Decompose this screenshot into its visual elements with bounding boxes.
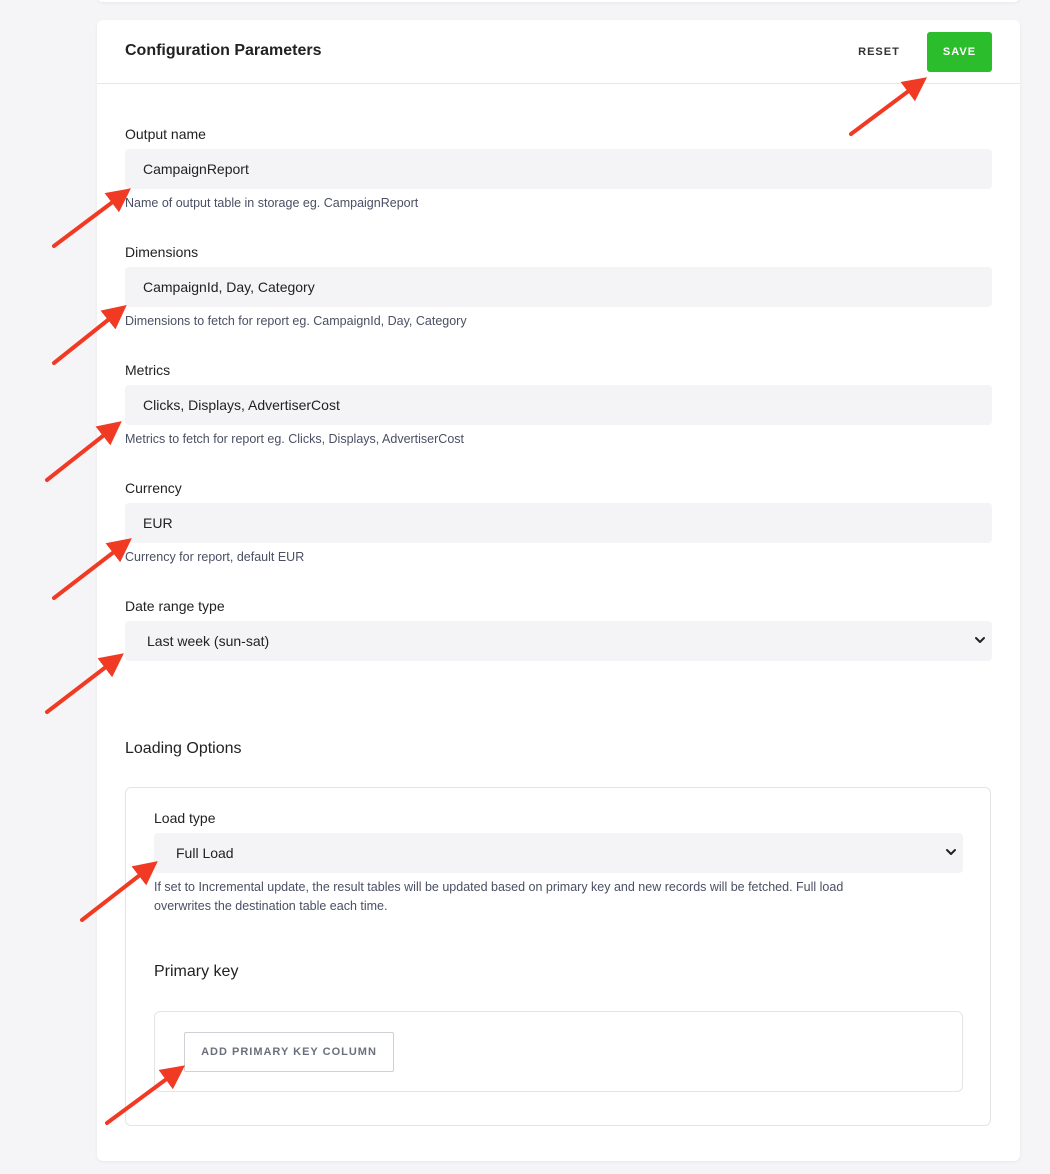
date-range-type-selected: Last week (sun-sat) (147, 633, 270, 649)
dimensions-label: Dimensions (125, 244, 199, 260)
loading-options-panel: Load type Full Load If set to Incrementa… (125, 787, 991, 1126)
page-title: Configuration Parameters (125, 42, 322, 59)
metrics-input[interactable]: Clicks, Displays, AdvertiserCost (125, 385, 992, 425)
add-primary-key-column-button[interactable]: ADD PRIMARY KEY COLUMN (184, 1032, 394, 1072)
card-header: Configuration Parameters RESET SAVE (97, 20, 1020, 84)
dimensions-help: Dimensions to fetch for report eg. Campa… (125, 314, 467, 328)
load-type-help: If set to Incremental update, the result… (154, 878, 954, 916)
date-range-type-select[interactable]: Last week (sun-sat) (125, 621, 992, 661)
previous-card-edge (97, 0, 1020, 2)
chevron-down-icon (975, 637, 985, 643)
load-type-help-line-2: overwrites the destination table each ti… (154, 899, 388, 913)
load-type-label: Load type (154, 810, 216, 826)
configuration-card: Configuration Parameters RESET SAVE Outp… (97, 20, 1020, 1161)
metrics-value: Clicks, Displays, AdvertiserCost (143, 397, 340, 413)
load-type-select[interactable]: Full Load (154, 833, 963, 873)
metrics-label: Metrics (125, 362, 171, 378)
currency-label: Currency (125, 480, 182, 496)
currency-help: Currency for report, default EUR (125, 550, 305, 564)
currency-value: EUR (143, 515, 173, 531)
loading-options-title: Loading Options (125, 740, 242, 757)
currency-input[interactable]: EUR (125, 503, 992, 543)
metrics-help: Metrics to fetch for report eg. Clicks, … (125, 432, 464, 446)
output-name-help: Name of output table in storage eg. Camp… (125, 196, 419, 210)
dimensions-value: CampaignId, Day, Category (143, 279, 315, 295)
reset-button[interactable]: RESET (845, 36, 913, 68)
output-name-input[interactable]: CampaignReport (125, 149, 992, 189)
load-type-selected: Full Load (176, 845, 234, 861)
output-name-value: CampaignReport (143, 161, 249, 177)
output-name-label: Output name (125, 126, 206, 142)
load-type-help-line-1: If set to Incremental update, the result… (154, 880, 844, 894)
chevron-down-icon (946, 849, 956, 855)
dimensions-input[interactable]: CampaignId, Day, Category (125, 267, 992, 307)
primary-key-panel: ADD PRIMARY KEY COLUMN (154, 1011, 963, 1092)
date-range-type-label: Date range type (125, 598, 225, 614)
primary-key-title: Primary key (154, 963, 239, 980)
save-button[interactable]: SAVE (927, 32, 992, 72)
